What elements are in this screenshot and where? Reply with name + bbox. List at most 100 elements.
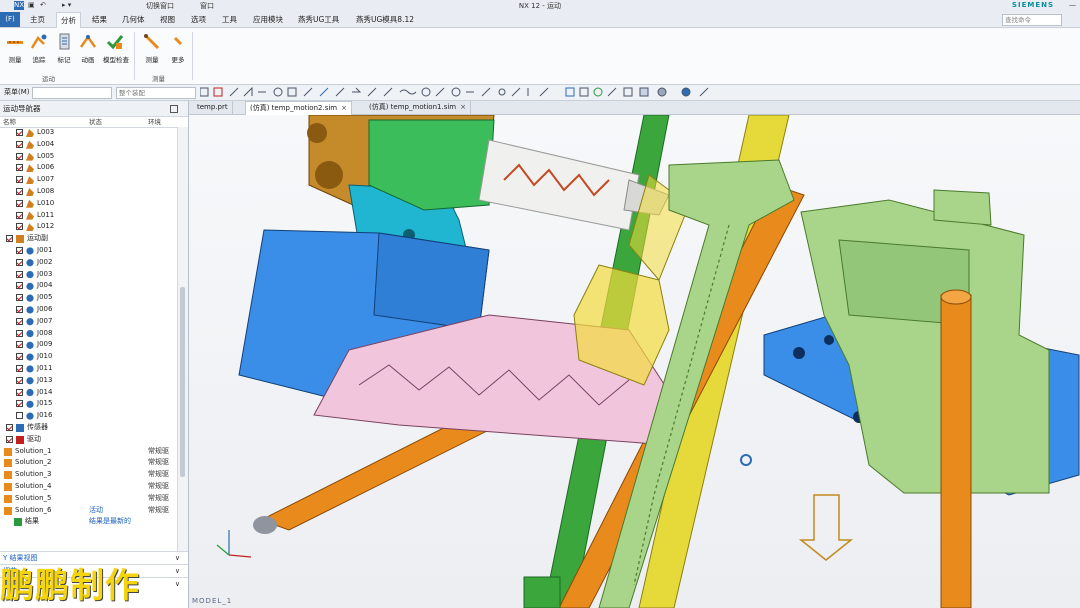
animation-button[interactable]: 动画 [76,32,100,64]
visibility-checkbox[interactable] [16,305,23,313]
visibility-checkbox[interactable] [16,211,23,219]
tree-row[interactable]: J007 [0,316,176,328]
tree-row[interactable]: L011 [0,210,176,222]
main-menu-button[interactable]: 菜单(M) [4,87,30,97]
mold-assembly-model[interactable] [189,115,1080,608]
visibility-checkbox[interactable] [6,423,13,431]
tree-row[interactable]: J016 [0,410,176,422]
tab-results[interactable]: 结果 [92,12,107,27]
tree-row[interactable]: Solution_3 常规驱 [0,469,176,481]
visibility-checkbox[interactable] [6,435,13,443]
measure-button[interactable]: 测量 [3,32,27,64]
visibility-checkbox[interactable] [16,412,23,420]
tab-analysis[interactable]: 分析 [56,12,81,28]
tree-row[interactable]: 运动副 [0,233,176,245]
visibility-checkbox[interactable] [16,246,23,254]
model-check-button[interactable]: 模型检查 [103,32,129,64]
tree-row[interactable]: J003 [0,269,176,281]
tree-row[interactable]: 传感器 [0,422,176,434]
pin-icon[interactable] [170,105,178,113]
tree-row[interactable]: J009 [0,339,176,351]
marker-button[interactable]: 标记 [52,32,76,64]
tree-row[interactable]: L010 [0,198,176,210]
visibility-checkbox[interactable] [16,129,23,136]
tree-row[interactable]: L005 [0,151,176,163]
column-name[interactable]: 名称 [3,117,16,127]
tree-row[interactable]: Solution_1 常规驱 [0,446,176,458]
visibility-checkbox[interactable] [16,353,23,361]
tree-row[interactable]: J011 [0,363,176,375]
tab-temp-motion2[interactable]: (仿真) temp_motion2.sim × [245,101,352,116]
visibility-checkbox[interactable] [16,341,23,349]
tab-yanxiu-tools[interactable]: 燕秀UG工具 [298,12,339,27]
close-icon[interactable]: × [341,104,347,112]
tab-view[interactable]: 视图 [160,12,175,27]
tree-row[interactable]: J001 [0,245,176,257]
visibility-checkbox[interactable] [16,282,23,290]
dependency-panel[interactable]: Y 结果视图 ∨ [0,551,188,564]
visibility-checkbox[interactable] [16,388,23,396]
visibility-checkbox[interactable] [16,140,23,148]
tree-row[interactable]: J005 [0,292,176,304]
tree-row[interactable]: 结果 结果是最新的 [0,516,176,528]
tree-row[interactable]: Solution_6 活动 常规驱 [0,505,176,517]
visibility-checkbox[interactable] [16,176,23,184]
visibility-checkbox[interactable] [16,187,23,195]
more-button[interactable]: 更多 [166,32,190,64]
window-controls[interactable]: — [1069,1,1076,9]
tree-row[interactable]: Solution_5 常规驱 [0,493,176,505]
tree-row[interactable]: J014 [0,387,176,399]
tree-row[interactable]: L004 [0,139,176,151]
visibility-checkbox[interactable] [16,294,23,302]
visibility-checkbox[interactable] [16,258,23,266]
column-status[interactable]: 状态 [89,117,102,127]
tree-row[interactable]: J006 [0,304,176,316]
tab-applications[interactable]: 应用模块 [253,12,283,27]
tab-home[interactable]: 主页 [30,12,45,27]
tree-row[interactable]: J004 [0,280,176,292]
visibility-checkbox[interactable] [16,223,23,231]
tree-row[interactable]: Solution_2 常规驱 [0,457,176,469]
tree-row[interactable]: J010 [0,351,176,363]
tree-row[interactable]: J008 [0,328,176,340]
visibility-checkbox[interactable] [16,152,23,160]
visibility-checkbox[interactable] [6,235,13,243]
visibility-checkbox[interactable] [16,199,23,207]
visibility-checkbox[interactable] [16,164,23,172]
tab-temp-prt[interactable]: temp.prt [193,101,233,114]
tree-row[interactable]: L008 [0,186,176,198]
tab-options[interactable]: 选项 [191,12,206,27]
tree-row[interactable]: L003 [0,127,176,139]
visibility-checkbox[interactable] [16,270,23,278]
scroll-thumb[interactable] [180,287,185,477]
tree-row[interactable]: L006 [0,162,176,174]
tree-row[interactable]: 驱动 [0,434,176,446]
tree-row[interactable]: L012 [0,221,176,233]
visibility-checkbox[interactable] [16,400,23,408]
scope-select[interactable]: 整个装配 [116,87,196,99]
visibility-checkbox[interactable] [16,376,23,384]
file-tab[interactable]: (F) [0,12,20,27]
tab-geometry[interactable]: 几何体 [122,12,145,27]
measure-distance-button[interactable]: 测量 [140,32,164,64]
command-search-input[interactable]: 查找命令 [1002,14,1062,26]
tree-row[interactable]: Solution_4 常规驱 [0,481,176,493]
visibility-checkbox[interactable] [16,329,23,337]
tree-row[interactable]: J015 [0,398,176,410]
visibility-checkbox[interactable] [16,364,23,372]
tab-yanxiu-mold[interactable]: 燕秀UG模具8.12 [356,12,414,27]
tree-row[interactable]: J013 [0,375,176,387]
trace-button[interactable]: 追踪 [27,32,51,64]
navigator-scrollbar[interactable] [177,127,188,551]
tree-row[interactable]: L007 [0,174,176,186]
column-environment[interactable]: 环境 [148,117,161,127]
tree-row[interactable]: J002 [0,257,176,269]
tab-tools[interactable]: 工具 [222,12,237,27]
snap-tools-icons[interactable] [200,87,730,99]
tab-temp-motion1[interactable]: (仿真) temp_motion1.sim × [365,101,471,114]
type-filter-select[interactable] [32,87,112,99]
close-icon[interactable]: × [460,103,466,111]
tree-row-label: Solution_6 [15,505,52,514]
graphics-viewport[interactable]: MODEL_1 [189,115,1080,608]
visibility-checkbox[interactable] [16,317,23,325]
